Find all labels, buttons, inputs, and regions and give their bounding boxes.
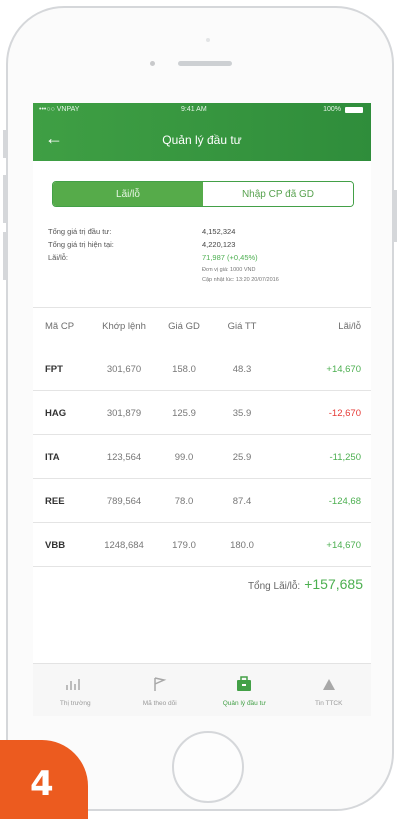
cell-market-price: 25.9	[232, 451, 252, 463]
cell-match: 789,564	[106, 495, 142, 507]
watchlist-flag-icon	[154, 677, 167, 691]
header-match: Khớp lệnh	[102, 320, 146, 332]
cell-trade-price: 99.0	[174, 451, 194, 463]
summary-pnl-value: 71,987 (+0,45%)	[202, 253, 258, 262]
cell-match: 123,564	[106, 451, 142, 463]
table-header: Mã CP Khớp lệnh Giá GD Giá TT Lãi/lỗ	[33, 313, 371, 339]
tab-news[interactable]: Tin TTCK	[287, 664, 372, 716]
table-row[interactable]: REE 789,564 78.0 87.4 -124,68	[33, 480, 371, 522]
cell-market-price: 48.3	[232, 363, 252, 375]
nav-bar: •••○○ VNPAY 9:41 AM 100% ← Quản lý đầu t…	[33, 103, 371, 161]
table-row[interactable]: FPT 301,670 158.0 48.3 +14,670	[33, 348, 371, 390]
summary-current-label: Tổng giá trị hiện tại:	[48, 240, 114, 249]
header-trade-price: Giá GD	[168, 320, 200, 332]
header-market-price: Giá TT	[227, 320, 257, 332]
status-time: 9:41 AM	[181, 106, 207, 113]
carrier-signal: •••○○ VNPAY	[39, 106, 80, 113]
cell-market-price: 180.0	[230, 539, 254, 551]
divider	[33, 307, 371, 308]
summary-pnl-label: Lãi/lỗ:	[48, 253, 69, 262]
cell-code: VBB	[45, 539, 66, 551]
cell-pnl: -12,670	[328, 407, 361, 419]
volume-down-button	[3, 232, 6, 280]
step-number: 4	[30, 764, 54, 804]
cell-code: FPT	[45, 363, 63, 375]
volume-up-button	[3, 175, 6, 223]
table-row[interactable]: ITA 123,564 99.0 25.9 -11,250	[33, 436, 371, 478]
cell-pnl: -124,68	[328, 495, 361, 507]
nav-title: Quản lý đầu tư	[162, 133, 242, 147]
market-chart-icon	[66, 679, 80, 690]
total-pnl-label: Tổng Lãi/lỗ:	[247, 581, 301, 592]
cell-match: 1248,684	[104, 539, 144, 551]
divider	[33, 390, 371, 391]
header-pnl: Lãi/lỗ	[338, 320, 361, 332]
tab-label: Quản lý đầu tư	[222, 700, 266, 707]
tab-label: Thị trường	[59, 700, 91, 707]
cell-trade-price: 179.0	[172, 539, 196, 551]
cell-match: 301,670	[106, 363, 142, 375]
news-icon	[322, 679, 335, 690]
divider	[33, 434, 371, 435]
divider	[33, 478, 371, 479]
proximity-sensor	[206, 38, 210, 42]
tab-label: Tin TTCK	[315, 700, 343, 707]
cell-code: HAG	[45, 407, 67, 419]
cell-code: REE	[45, 495, 65, 507]
segmented-control: Lãi/lỗ Nhập CP đã GD	[52, 181, 354, 207]
cell-trade-price: 158.0	[172, 363, 196, 375]
battery-icon	[345, 107, 363, 113]
summary-current-value: 4,220,123	[202, 240, 236, 249]
cell-market-price: 87.4	[232, 495, 252, 507]
divider	[33, 522, 371, 523]
summary-invested-value: 4,152,324	[202, 227, 236, 236]
cell-code: ITA	[45, 451, 60, 463]
segment-profit-loss[interactable]: Lãi/lỗ	[53, 182, 203, 206]
earpiece-speaker	[178, 61, 232, 66]
header-code: Mã CP	[45, 320, 75, 332]
app-screen: •••○○ VNPAY 9:41 AM 100% ← Quản lý đầu t…	[33, 103, 371, 716]
tab-label: Mã theo dõi	[142, 700, 177, 707]
front-camera	[150, 61, 155, 66]
segment-enter-traded-stock[interactable]: Nhập CP đã GD	[203, 182, 353, 206]
home-button[interactable]	[172, 731, 244, 803]
summary-invested-label: Tổng giá trị đầu tư:	[48, 227, 112, 236]
table-row[interactable]: HAG 301,879 125.9 35.9 -12,670	[33, 392, 371, 434]
table-row[interactable]: VBB 1248,684 179.0 180.0 +14,670	[33, 524, 371, 566]
unit-note: Đơn vị giá: 1000 VND	[202, 267, 256, 273]
power-button	[394, 190, 397, 242]
mute-switch	[3, 130, 6, 158]
tab-bar: Thị trường Mã theo dõi Quản lý đầu tư Ti…	[33, 663, 371, 716]
tab-investment[interactable]: Quản lý đầu tư	[202, 664, 287, 716]
battery-percent: 100%	[323, 106, 341, 113]
cell-pnl: -11,250	[329, 451, 361, 463]
cell-match: 301,879	[106, 407, 142, 419]
cell-pnl: +14,670	[326, 363, 361, 375]
total-pnl-value: +157,685	[304, 576, 363, 592]
divider	[33, 566, 371, 567]
cell-pnl: +14,670	[326, 539, 361, 551]
investment-wallet-icon	[237, 676, 252, 691]
tab-market[interactable]: Thị trường	[33, 664, 118, 716]
tab-watchlist[interactable]: Mã theo dõi	[118, 664, 203, 716]
cell-market-price: 35.9	[232, 407, 252, 419]
cell-trade-price: 78.0	[174, 495, 194, 507]
updated-note: Cập nhật lúc: 13:20 20/07/2016	[202, 277, 279, 283]
total-pnl: Tổng Lãi/lỗ: +157,685	[248, 576, 363, 592]
cell-trade-price: 125.9	[172, 407, 196, 419]
